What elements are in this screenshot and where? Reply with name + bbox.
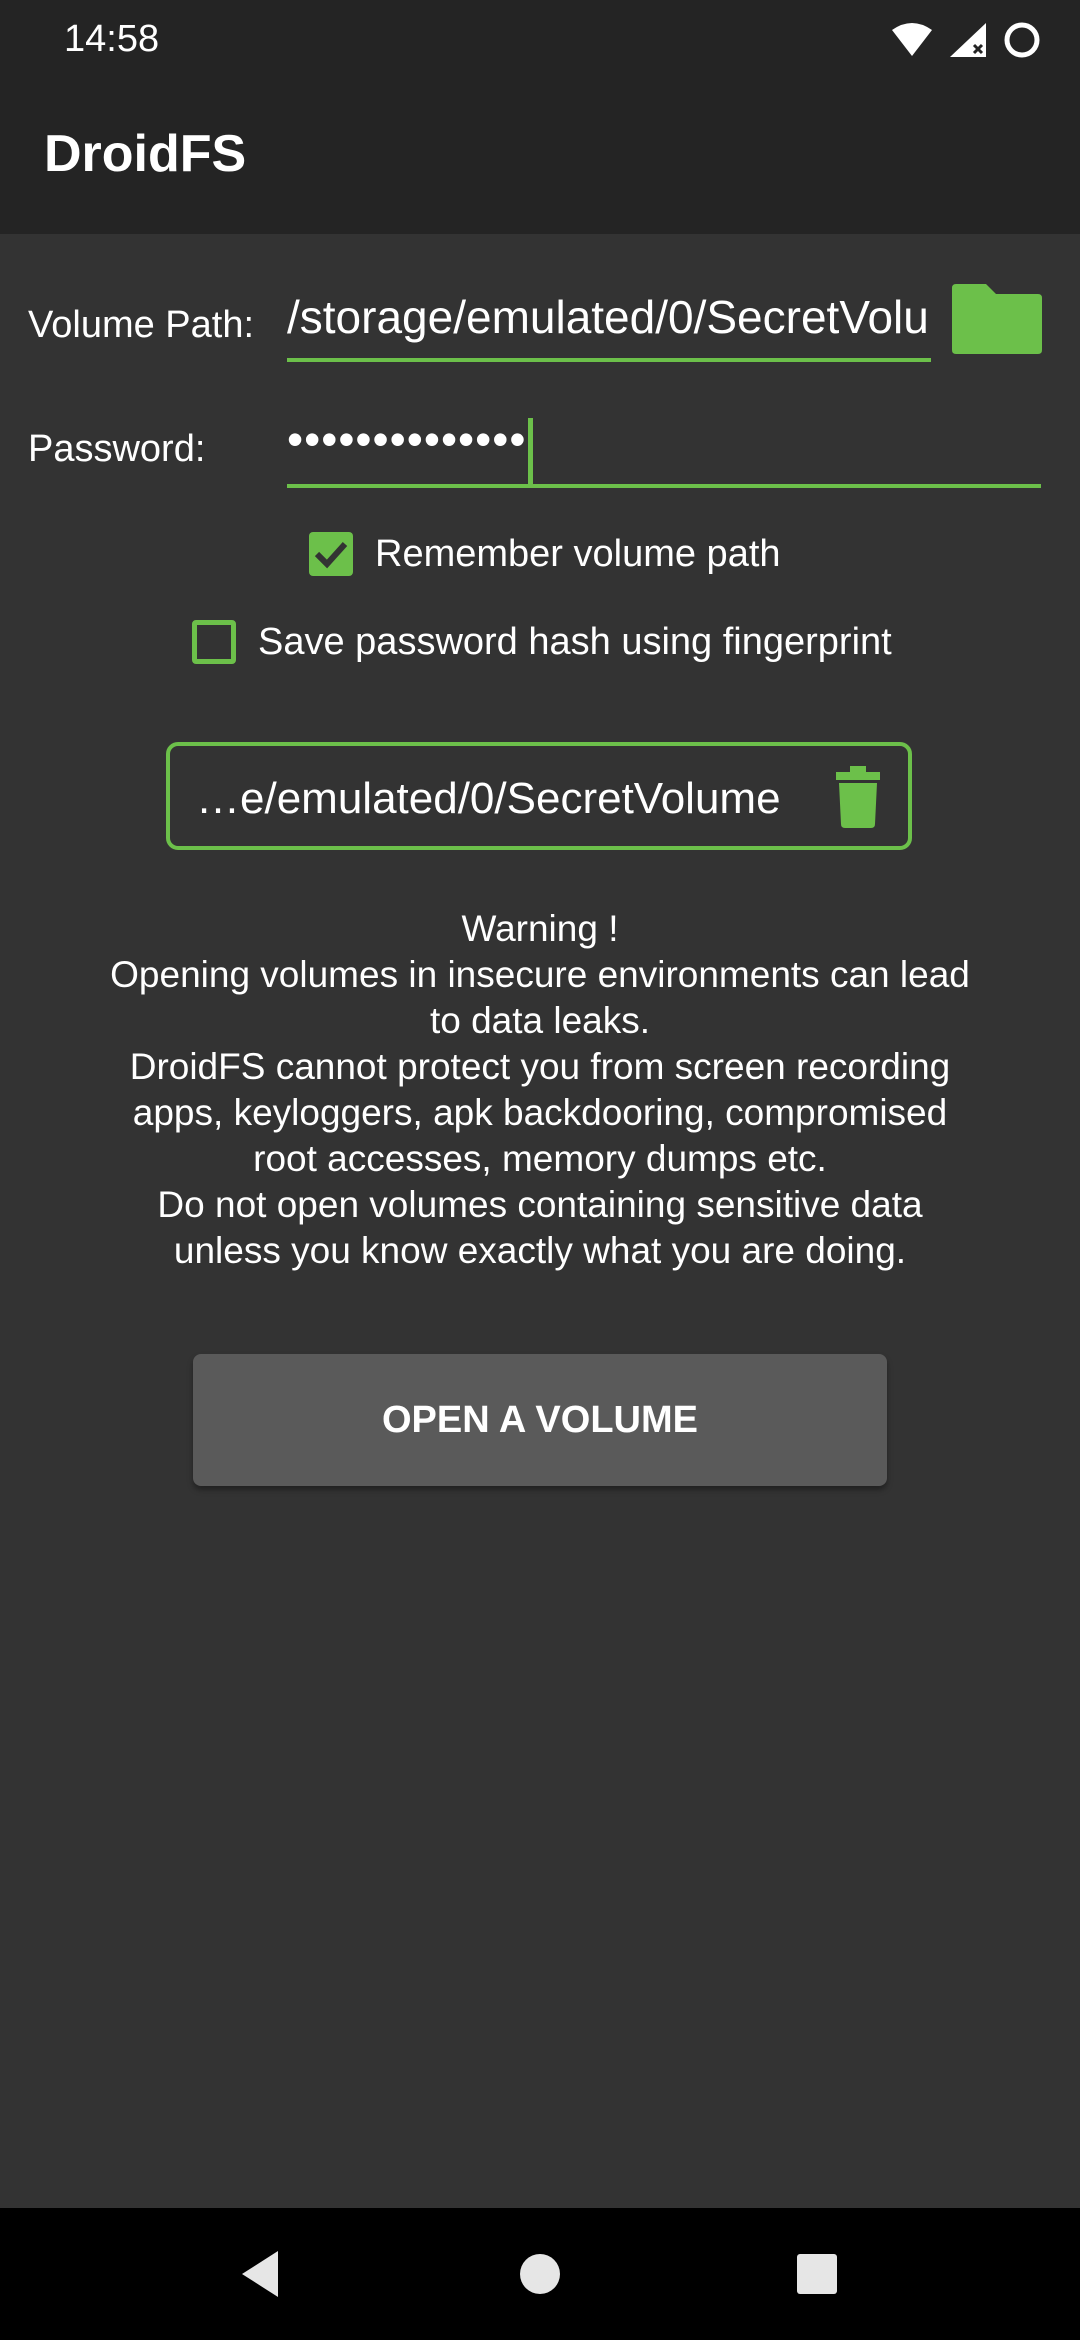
warning-line: Do not open volumes containing sensitive… — [157, 1184, 923, 1225]
warning-text: Warning ! Opening volumes in insecure en… — [60, 906, 1020, 1274]
fingerprint-label: Save password hash using fingerprint — [258, 620, 892, 663]
open-volume-button[interactable]: OPEN A VOLUME — [193, 1354, 887, 1486]
remember-path-checkbox[interactable] — [309, 532, 353, 576]
volume-path-label: Volume Path: — [28, 304, 255, 346]
home-icon[interactable] — [490, 2208, 590, 2340]
folder-icon[interactable] — [950, 280, 1044, 361]
fingerprint-row[interactable]: Save password hash using fingerprint — [192, 620, 892, 664]
saved-volume-item[interactable]: …e/emulated/0/SecretVolume — [166, 742, 912, 850]
warning-line: to data leaks. — [429, 1000, 651, 1041]
back-icon[interactable] — [210, 2208, 310, 2340]
warning-line: apps, keyloggers, apk backdooring, compr… — [132, 1092, 948, 1133]
warning-line: DroidFS cannot protect you from screen r… — [129, 1046, 951, 1087]
warning-line: Opening volumes in insecure environments… — [110, 954, 970, 995]
remember-path-row[interactable]: Remember volume path — [309, 532, 781, 576]
warning-line: root accesses, memory dumps etc. — [253, 1138, 827, 1179]
app-bar: DroidFS — [0, 80, 1080, 234]
warning-line: Warning ! — [461, 908, 619, 949]
status-time: 14:58 — [64, 18, 160, 60]
warning-line: unless you know exactly what you are doi… — [173, 1230, 907, 1271]
volume-path-value: /storage/emulated/0/SecretVolume — [287, 291, 931, 343]
app-title: DroidFS — [44, 125, 247, 183]
status-icons — [890, 20, 1042, 64]
password-label: Password: — [28, 428, 206, 470]
wifi-icon — [890, 22, 934, 63]
circle-icon — [1002, 20, 1042, 65]
volume-path-field[interactable]: /storage/emulated/0/SecretVolume — [287, 290, 931, 362]
fingerprint-checkbox[interactable] — [192, 620, 236, 664]
text-caret — [528, 417, 534, 484]
recents-icon[interactable] — [767, 2208, 867, 2340]
password-value: •••••••••••••• — [287, 413, 527, 465]
password-field[interactable]: •••••••••••••• — [287, 412, 1041, 488]
signal-icon — [948, 21, 988, 64]
saved-volume-path: …e/emulated/0/SecretVolume — [196, 774, 781, 823]
navigation-bar — [0, 2208, 1080, 2340]
remember-path-label: Remember volume path — [375, 532, 781, 575]
checkmark-icon — [314, 541, 348, 569]
trash-icon[interactable] — [834, 766, 882, 833]
status-bar: 14:58 — [0, 0, 1080, 80]
